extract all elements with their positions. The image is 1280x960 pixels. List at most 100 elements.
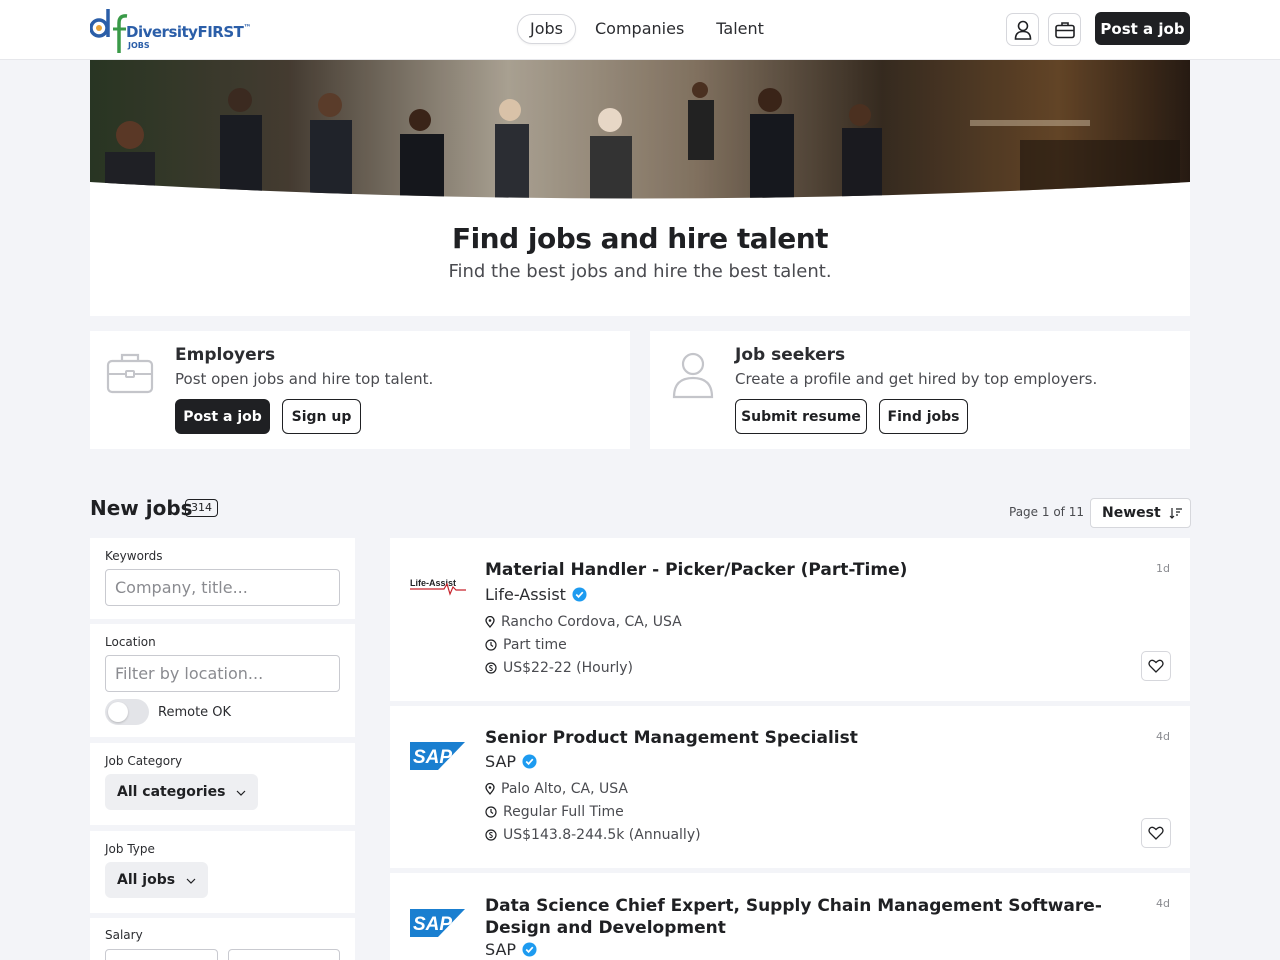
top-navigation-bar: DiversityFIRST™ JOBS Jobs Companies Tale… — [0, 0, 1280, 60]
svg-text:SAP: SAP — [413, 914, 452, 935]
job-category-filter: Job Category All categories — [90, 743, 355, 825]
job-seekers-text: Create a profile and get hired by top em… — [735, 370, 1098, 388]
account-button[interactable] — [1006, 13, 1039, 46]
job-location: Palo Alto, CA, USA — [485, 781, 628, 797]
keywords-label: Keywords — [105, 549, 163, 563]
employers-card: Employers Post open jobs and hire top ta… — [90, 331, 630, 449]
job-type-label: Job Type — [105, 842, 155, 856]
employer-dashboard-button[interactable] — [1048, 13, 1081, 46]
company-name-text: SAP — [485, 752, 517, 771]
job-type-filter: Job Type All jobs — [90, 831, 355, 913]
heart-icon — [1148, 826, 1164, 840]
job-location-text: Rancho Cordova, CA, USA — [501, 614, 682, 630]
heart-icon — [1148, 659, 1164, 673]
chevron-down-icon — [236, 790, 246, 796]
job-seekers-card: Job seekers Create a profile and get hir… — [650, 331, 1190, 449]
job-age: 4d — [1156, 897, 1170, 910]
job-type-text: Part time — [503, 637, 567, 653]
salary-min-input[interactable] — [105, 949, 218, 960]
sort-descending-icon — [1169, 508, 1182, 519]
logo-mark-icon — [90, 9, 128, 53]
job-age: 4d — [1156, 730, 1170, 743]
clock-icon — [485, 639, 497, 651]
job-card[interactable]: SAP Data Science Chief Expert, Supply Ch… — [390, 873, 1190, 960]
chevron-down-icon — [186, 878, 196, 884]
job-card[interactable]: Life-Assist Material Handler - Picker/Pa… — [390, 538, 1190, 701]
remote-ok-toggle[interactable] — [105, 699, 149, 725]
job-salary: US$143.8-244.5k (Annually) — [485, 827, 701, 843]
sap-logo: SAP — [410, 742, 465, 770]
job-type: Regular Full Time — [485, 804, 624, 820]
job-category-dropdown[interactable]: All categories — [105, 774, 259, 810]
job-type-dropdown[interactable]: All jobs — [105, 862, 208, 898]
job-category-label: Job Category — [105, 754, 183, 768]
svg-text:Life-Assist: Life-Assist — [410, 578, 456, 588]
sap-logo: SAP — [410, 909, 465, 937]
job-card[interactable]: SAP Senior Product Management Specialist… — [390, 706, 1190, 868]
nav-tab-jobs[interactable]: Jobs — [517, 14, 576, 44]
keywords-filter: Keywords Company, title... — [90, 538, 355, 619]
pagination-info: Page 1 of 11 — [1009, 505, 1084, 519]
employers-text: Post open jobs and hire top talent. — [175, 370, 434, 388]
job-type-value: All jobs — [117, 872, 176, 888]
job-seekers-title: Job seekers — [735, 345, 846, 365]
company-name-text: Life-Assist — [485, 585, 566, 604]
new-jobs-heading: New jobs — [90, 496, 193, 520]
submit-resume-button[interactable]: Submit resume — [735, 399, 867, 434]
nav-tab-talent[interactable]: Talent — [703, 14, 777, 44]
sort-dropdown[interactable]: Newest — [1090, 498, 1191, 528]
svg-text:SAP: SAP — [413, 747, 452, 768]
hero-section: Find jobs and hire talent Find the best … — [90, 60, 1190, 316]
life-assist-logo: Life-Assist — [410, 578, 466, 596]
job-age: 1d — [1156, 562, 1170, 575]
verified-badge-icon — [522, 754, 537, 769]
location-pin-icon — [485, 783, 495, 795]
company-name[interactable]: Life-Assist — [485, 585, 587, 604]
hero-subtitle: Find the best jobs and hire the best tal… — [448, 261, 832, 282]
job-category-value: All categories — [117, 784, 226, 800]
employers-post-job-button[interactable]: Post a job — [175, 399, 270, 434]
post-job-button[interactable]: Post a job — [1095, 12, 1190, 45]
verified-badge-icon — [572, 587, 587, 602]
money-icon — [485, 829, 497, 841]
money-icon — [485, 662, 497, 674]
nav-tab-companies[interactable]: Companies — [582, 14, 697, 44]
company-name-text: SAP — [485, 940, 517, 959]
job-type: Part time — [485, 637, 567, 653]
job-type-text: Regular Full Time — [503, 804, 624, 820]
employers-title: Employers — [175, 345, 276, 365]
diversityfirst-logo[interactable]: DiversityFIRST™ JOBS — [90, 9, 251, 55]
hero-photo — [90, 60, 1190, 199]
find-jobs-button[interactable]: Find jobs — [879, 399, 968, 434]
briefcase-icon — [1054, 21, 1075, 38]
verified-badge-icon — [522, 942, 537, 957]
employers-sign-up-button[interactable]: Sign up — [282, 399, 361, 434]
salary-filter: Salary — [90, 918, 355, 960]
job-location: Rancho Cordova, CA, USA — [485, 614, 682, 630]
location-label: Location — [105, 635, 156, 649]
job-salary-text: US$22-22 (Hourly) — [503, 660, 633, 676]
salary-max-input[interactable] — [228, 949, 340, 960]
job-title[interactable]: Material Handler - Picker/Packer (Part-T… — [485, 559, 1135, 581]
keywords-input[interactable]: Company, title... — [105, 569, 340, 606]
salary-label: Salary — [105, 928, 143, 942]
company-name[interactable]: SAP — [485, 940, 537, 959]
sort-label: Newest — [1102, 505, 1161, 521]
remote-ok-label: Remote OK — [158, 705, 232, 720]
job-salary-text: US$143.8-244.5k (Annually) — [503, 827, 701, 843]
company-name[interactable]: SAP — [485, 752, 537, 771]
user-icon — [672, 352, 714, 399]
location-pin-icon — [485, 616, 495, 628]
logo-brand-text: DiversityFIRST™ — [126, 23, 251, 41]
jobs-count-badge: 314 — [185, 499, 218, 517]
location-filter: Location Filter by location... Remote OK — [90, 624, 355, 737]
job-location-text: Palo Alto, CA, USA — [501, 781, 628, 797]
save-job-button[interactable] — [1141, 818, 1171, 848]
job-title[interactable]: Data Science Chief Expert, Supply Chain … — [485, 895, 1135, 939]
location-input[interactable]: Filter by location... — [105, 655, 340, 692]
logo-jobs-text: JOBS — [128, 41, 150, 50]
job-salary: US$22-22 (Hourly) — [485, 660, 633, 676]
job-title[interactable]: Senior Product Management Specialist — [485, 727, 1135, 749]
save-job-button[interactable] — [1141, 651, 1171, 681]
clock-icon — [485, 806, 497, 818]
